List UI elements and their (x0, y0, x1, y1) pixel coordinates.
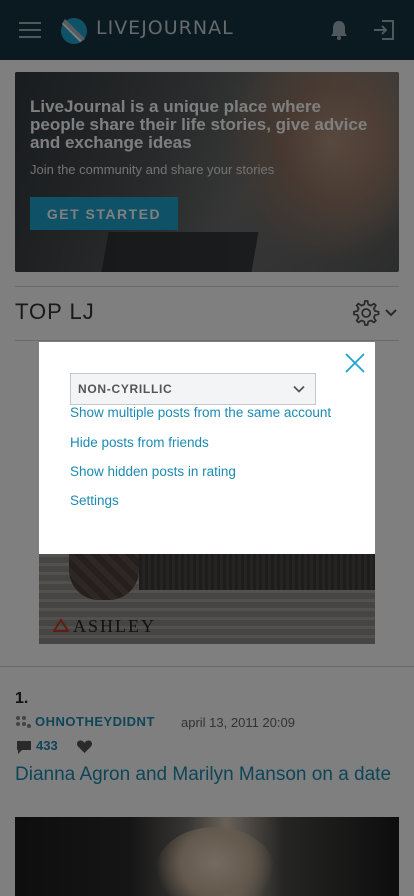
region-select[interactable]: NON-CYRILLIC (70, 373, 316, 405)
feed-settings-popup: NON-CYRILLIC Show multiple posts from th… (39, 342, 375, 554)
hide-friends-posts-link[interactable]: Hide posts from friends (70, 435, 209, 450)
settings-link[interactable]: Settings (70, 493, 119, 508)
close-icon[interactable] (344, 352, 366, 374)
show-hidden-posts-link[interactable]: Show hidden posts in rating (70, 464, 236, 479)
chevron-down-icon (293, 385, 305, 393)
show-multiple-posts-link[interactable]: Show multiple posts from the same accoun… (70, 405, 331, 420)
region-select-value: NON-CYRILLIC (78, 382, 173, 396)
